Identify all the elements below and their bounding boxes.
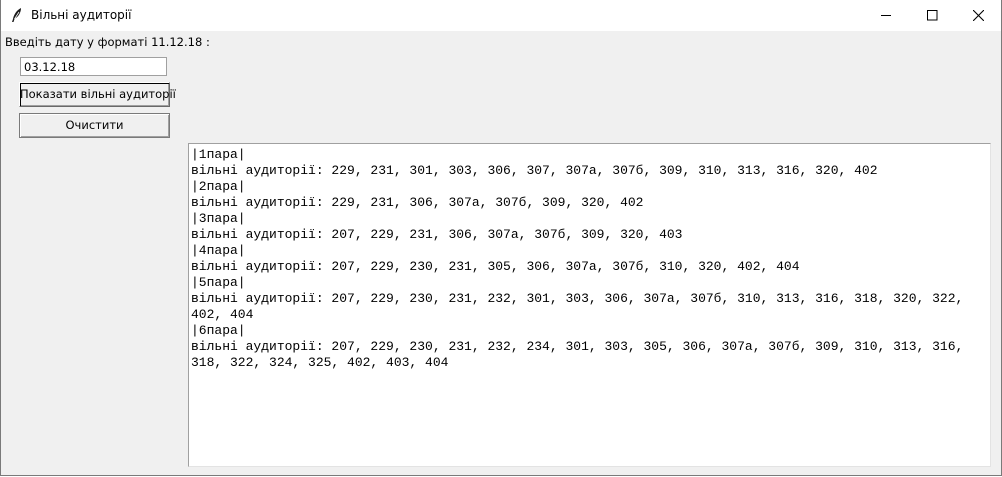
period-header: |3пара| xyxy=(191,211,246,226)
date-input[interactable] xyxy=(20,57,167,76)
date-prompt-label: Введіть дату у форматі 11.12.18 : xyxy=(5,35,210,49)
free-rooms-line: вільні аудиторії: 229, 231, 306, 307а, 3… xyxy=(191,195,644,210)
period-header: |4пара| xyxy=(191,243,246,258)
results-list: |1пара| вільні аудиторії: 229, 231, 301, … xyxy=(191,147,963,371)
feather-icon xyxy=(10,7,24,23)
free-rooms-line: 318, 322, 324, 325, 402, 403, 404 xyxy=(191,355,449,370)
period-header: |1пара| xyxy=(191,147,246,162)
period-header: |5пара| xyxy=(191,275,246,290)
results-text-area[interactable]: |1пара| вільні аудиторії: 229, 231, 301, … xyxy=(188,143,991,467)
free-rooms-line: вільні аудиторії: 229, 231, 301, 303, 30… xyxy=(191,163,878,178)
free-rooms-line: вільні аудиторії: 207, 229, 230, 231, 23… xyxy=(191,339,964,354)
free-rooms-line: вільні аудиторії: 207, 229, 230, 231, 23… xyxy=(191,291,964,306)
period-header: |6пара| xyxy=(191,323,246,338)
show-free-rooms-button[interactable]: Показати вільні аудиторії xyxy=(19,82,176,107)
period-header: |2пара| xyxy=(191,179,246,194)
minimize-icon xyxy=(881,15,891,16)
close-icon xyxy=(973,10,984,21)
close-button[interactable] xyxy=(955,0,1001,31)
maximize-icon xyxy=(927,10,938,21)
app-window: Вільні аудиторії Введіть дату у форматі … xyxy=(0,0,1002,476)
free-rooms-line: вільні аудиторії: 207, 229, 230, 231, 30… xyxy=(191,259,800,274)
window-title: Вільні аудиторії xyxy=(31,8,132,22)
maximize-button[interactable] xyxy=(909,0,955,31)
free-rooms-line: 402, 404 xyxy=(191,307,254,322)
free-rooms-line: вільні аудиторії: 207, 229, 231, 306, 30… xyxy=(191,227,683,242)
minimize-button[interactable] xyxy=(863,0,909,31)
title-bar[interactable]: Вільні аудиторії xyxy=(1,0,1001,31)
clear-button[interactable]: Очистити xyxy=(19,113,170,138)
